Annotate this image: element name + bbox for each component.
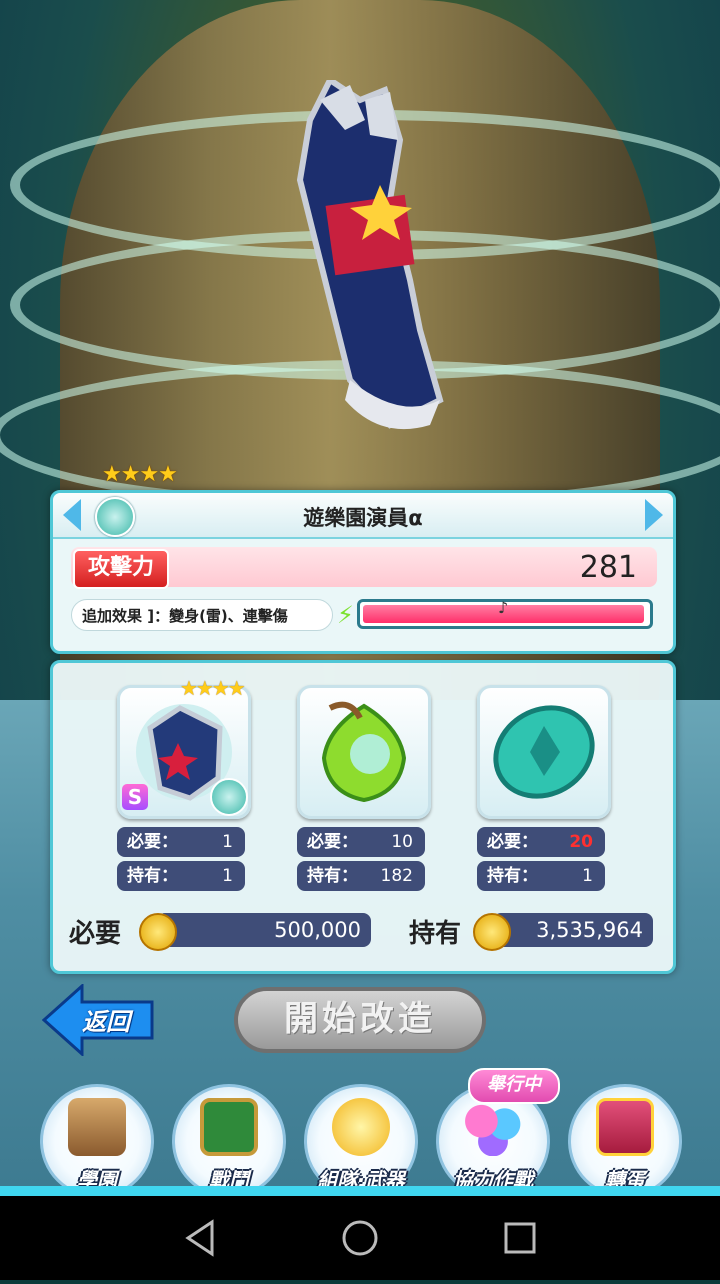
weapon-title-bar: 遊樂園演員α bbox=[53, 493, 673, 539]
cost-owned-label: 持有 bbox=[409, 919, 462, 949]
attack-label: 攻擊力 bbox=[73, 549, 169, 589]
back-button[interactable]: 返回 bbox=[41, 982, 156, 1058]
nav-item-gacha[interactable]: 轉蛋 bbox=[564, 1078, 686, 1198]
extra-effect-text[interactable]: 追加效果 ]：變身(雷)、連擊傷 bbox=[71, 599, 333, 631]
material-stars: ★★★★ bbox=[180, 676, 246, 700]
system-nav-icons bbox=[185, 1219, 536, 1257]
weapon-info-panel: 遊樂園演員α 攻擊力 281 追加效果 ]：變身(雷)、連擊傷 ⚡ ♪ bbox=[50, 490, 676, 654]
battle-board-icon bbox=[200, 1098, 258, 1156]
nav-divider bbox=[0, 1186, 720, 1196]
effect-gauge: ♪ bbox=[357, 598, 653, 629]
school-icon bbox=[68, 1098, 126, 1156]
gauntlet-icon[interactable]: ★★★★ S bbox=[117, 676, 251, 819]
material-slot[interactable]: ★★★★ S 必要： 1 持有： 1 bbox=[117, 676, 251, 891]
weapon-name: 遊樂園演員α bbox=[303, 506, 423, 530]
coin-icon bbox=[139, 913, 177, 951]
coin-icon bbox=[473, 913, 511, 951]
teal-stone-icon[interactable] bbox=[477, 685, 611, 819]
nav-item-battle[interactable]: 戰鬥 bbox=[168, 1078, 290, 1198]
gacha-card-icon bbox=[596, 1098, 654, 1156]
owned-count: 持有： 1 bbox=[477, 861, 605, 891]
next-weapon-arrow-icon[interactable] bbox=[645, 499, 663, 531]
weapon-gauntlet-icon bbox=[296, 80, 444, 430]
required-count: 必要： 20 bbox=[477, 827, 605, 857]
required-count: 必要： 1 bbox=[117, 827, 245, 857]
star-compass-icon bbox=[332, 1098, 390, 1156]
wind-element-icon bbox=[210, 778, 248, 816]
coop-balloons-icon bbox=[464, 1098, 522, 1156]
event-active-badge: 舉行中 bbox=[468, 1068, 560, 1104]
lightning-bolt-icon: ⚡ bbox=[337, 601, 354, 629]
cost-required-value: 500,000 bbox=[157, 913, 371, 947]
cost-owned-value: 3,535,964 bbox=[493, 913, 653, 947]
attack-row: 攻擊力 281 bbox=[71, 547, 657, 589]
materials-panel: ★★★★ S 必要： 1 持有： 1 必要： 10 持有： 182 必要： 20 持有： 1… bbox=[50, 660, 676, 974]
nav-item-school[interactable]: 學園 bbox=[36, 1078, 158, 1198]
back-label: 返回 bbox=[82, 1008, 130, 1036]
back-triangle-icon bbox=[185, 1219, 214, 1257]
note-icon: ♪ bbox=[498, 598, 509, 617]
owned-count: 持有： 182 bbox=[297, 861, 425, 891]
attack-value: 281 bbox=[579, 550, 637, 585]
green-gem-thumb-icon bbox=[321, 701, 407, 803]
required-count: 必要： 10 bbox=[297, 827, 425, 857]
rarity-stars: ★★★★ bbox=[102, 462, 178, 487]
teal-stone-thumb-icon bbox=[493, 705, 595, 799]
bottom-nav: 學園 戰鬥 組隊·武器 協力作戰 轉蛋 bbox=[0, 1078, 720, 1198]
home-circle-icon bbox=[342, 1220, 378, 1256]
green-gem-icon[interactable] bbox=[297, 685, 431, 819]
cost-required-label: 必要 bbox=[69, 919, 122, 949]
recents-square-icon bbox=[504, 1222, 536, 1254]
owned-count: 持有： 1 bbox=[117, 861, 245, 891]
android-nav-bar bbox=[0, 1196, 720, 1280]
nav-item-team-weapon[interactable]: 組隊·武器 bbox=[300, 1078, 422, 1198]
material-slot[interactable]: 必要： 20 持有： 1 bbox=[477, 685, 611, 891]
start-upgrade-button[interactable]: 開始改造 bbox=[234, 987, 486, 1053]
material-slot[interactable]: 必要： 10 持有： 182 bbox=[297, 685, 431, 891]
s-rank-badge: S bbox=[122, 784, 148, 810]
